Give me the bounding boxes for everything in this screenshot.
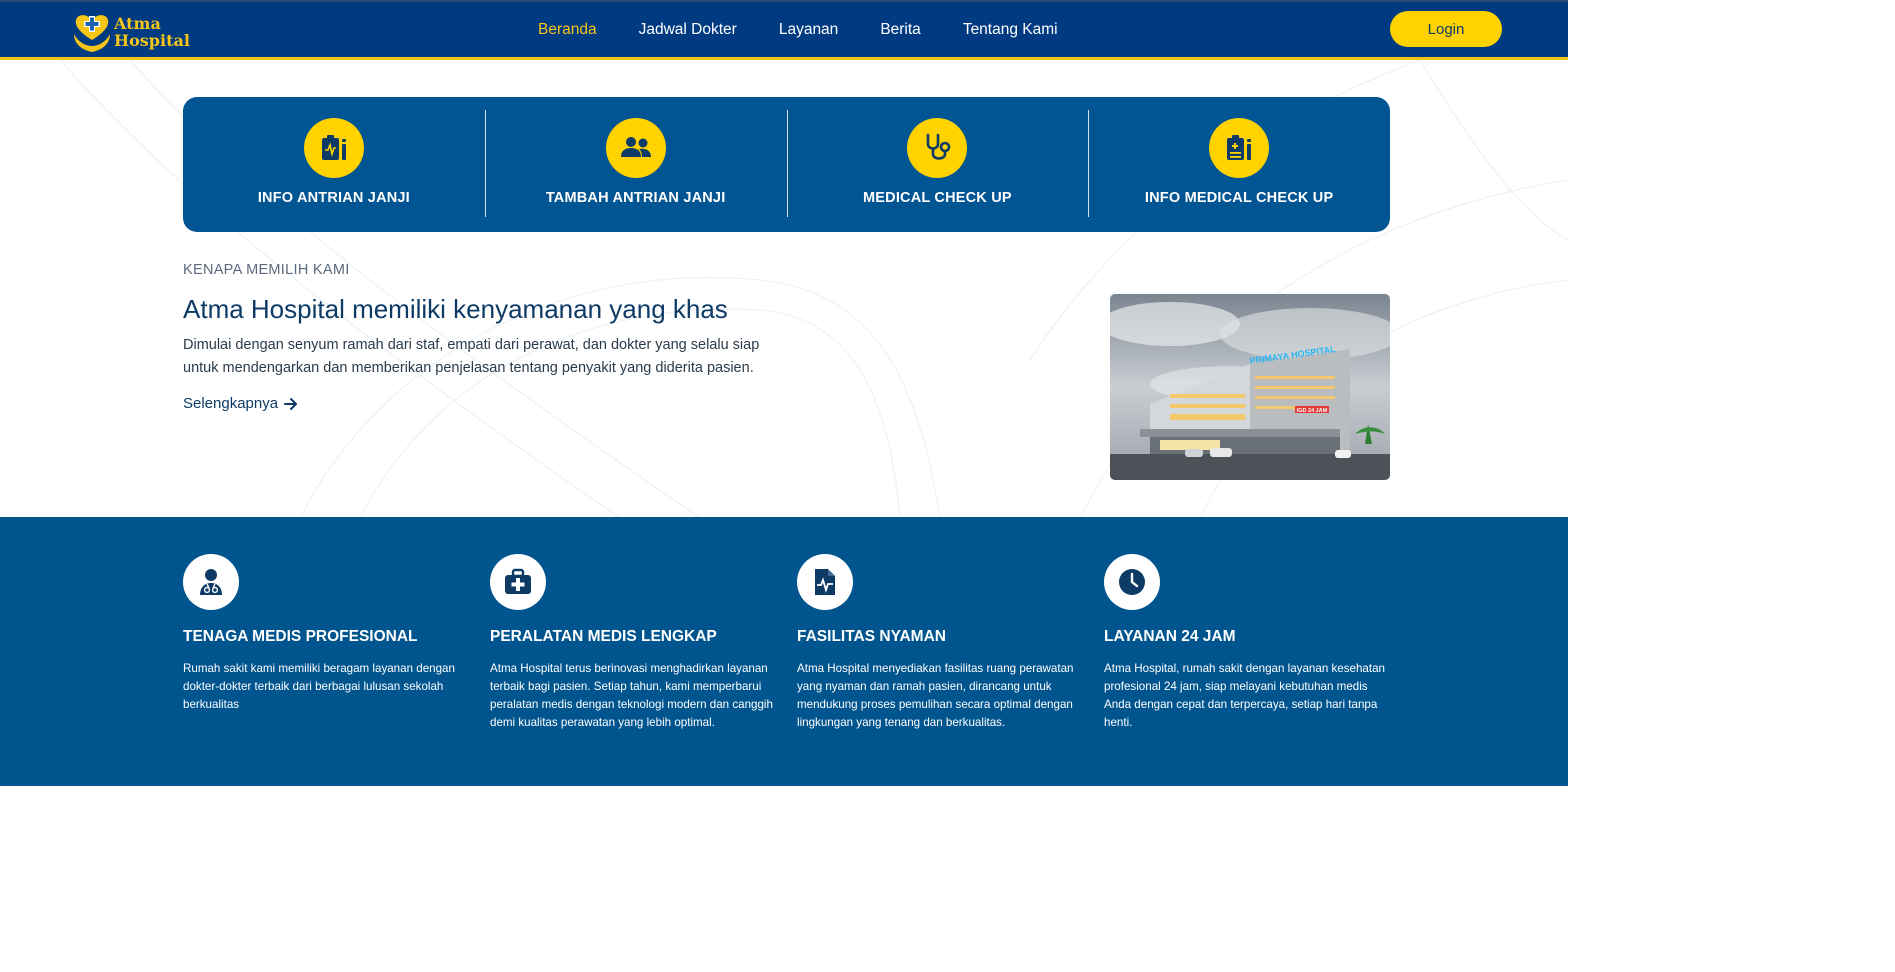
- feature-title: FASILITAS NYAMAN: [797, 628, 946, 645]
- read-more-link[interactable]: Selengkapnya: [183, 395, 298, 412]
- doctor-icon: [183, 554, 239, 610]
- feature-title: PERALATAN MEDIS LENGKAP: [490, 628, 717, 645]
- main-nav: Beranda Jadwal Dokter Layanan Berita Ten…: [538, 21, 1100, 39]
- section-headline: Atma Hospital memiliki kenyamanan yang k…: [183, 294, 728, 324]
- features-section: TENAGA MEDIS PROFESIONAL Rumah sakit kam…: [0, 517, 1568, 786]
- medical-file-icon: [797, 554, 853, 610]
- feature-text: Atma Hospital terus berinovasi menghadir…: [490, 662, 773, 729]
- logo-line-2: Hospital: [114, 31, 190, 50]
- quick-medical-check-up[interactable]: MEDICAL CHECK UP: [786, 97, 1089, 232]
- quick-info-medical-check-up[interactable]: INFO MEDICAL CHECK UP: [1088, 97, 1390, 232]
- logo-text: Atma Hospital: [114, 15, 190, 49]
- feature-comfortable-facilities: FASILITAS NYAMAN Atma Hospital menyediak…: [797, 554, 1087, 732]
- hospital-building-image: IGD 24 JAM PRIMAYA HOSPITAL: [1110, 294, 1390, 480]
- hospital-sign-small: IGD 24 JAM: [1297, 408, 1328, 414]
- section-eyebrow: KENAPA MEMILIH KAMI: [183, 262, 350, 278]
- quick-info-antrian-janji[interactable]: INFO ANTRIAN JANJI: [183, 97, 485, 232]
- medical-kit-icon: [490, 554, 546, 610]
- feature-text: Atma Hospital menyediakan fasilitas ruan…: [797, 662, 1074, 729]
- read-more-label: Selengkapnya: [183, 395, 279, 412]
- quick-action-label: MEDICAL CHECK UP: [863, 190, 1012, 206]
- quick-action-panel: INFO ANTRIAN JANJI TAMBAH ANTRIAN JANJI …: [183, 97, 1390, 232]
- hospital-logo-icon: [72, 10, 112, 54]
- nav-berita[interactable]: Berita: [880, 21, 921, 39]
- quick-action-label: TAMBAH ANTRIAN JANJI: [545, 190, 726, 206]
- feature-text: Atma Hospital, rumah sakit dengan layana…: [1104, 662, 1385, 729]
- stethoscope-icon: [907, 118, 968, 178]
- quick-action-label: INFO MEDICAL CHECK UP: [1144, 190, 1334, 206]
- clock-icon: [1104, 554, 1160, 610]
- arrow-right-icon: [284, 397, 298, 410]
- quick-tambah-antrian-janji[interactable]: TAMBAH ANTRIAN JANJI: [484, 97, 787, 232]
- nav-tentang-kami[interactable]: Tentang Kami: [963, 21, 1058, 39]
- feature-24-hour-service: LAYANAN 24 JAM Atma Hospital, rumah saki…: [1104, 554, 1394, 732]
- feature-medical-staff: TENAGA MEDIS PROFESIONAL Rumah sakit kam…: [183, 554, 473, 714]
- nav-layanan[interactable]: Layanan: [779, 21, 838, 39]
- feature-medical-equipment: PERALATAN MEDIS LENGKAP Atma Hospital te…: [490, 554, 780, 732]
- feature-text: Rumah sakit kami memiliki beragam layana…: [183, 662, 455, 711]
- nav-beranda[interactable]: Beranda: [538, 21, 597, 39]
- nav-jadwal-dokter[interactable]: Jadwal Dokter: [639, 21, 737, 39]
- users-icon: [605, 118, 666, 178]
- quick-action-label: INFO ANTRIAN JANJI: [257, 190, 410, 206]
- login-button[interactable]: Login: [1390, 11, 1502, 47]
- site-header: Atma Hospital Beranda Jadwal Dokter Laya…: [0, 0, 1568, 60]
- clipboard-pulse-icon: [303, 118, 364, 178]
- feature-title: LAYANAN 24 JAM: [1104, 628, 1236, 645]
- logo-line-1: Atma: [114, 14, 161, 33]
- section-description: Dimulai dengan senyum ramah dari staf, e…: [183, 337, 760, 376]
- logo[interactable]: Atma Hospital: [72, 9, 190, 55]
- feature-title: TENAGA MEDIS PROFESIONAL: [183, 628, 418, 645]
- clipboard-medical-icon: [1209, 118, 1270, 178]
- page-bottom-strip: [0, 786, 1568, 804]
